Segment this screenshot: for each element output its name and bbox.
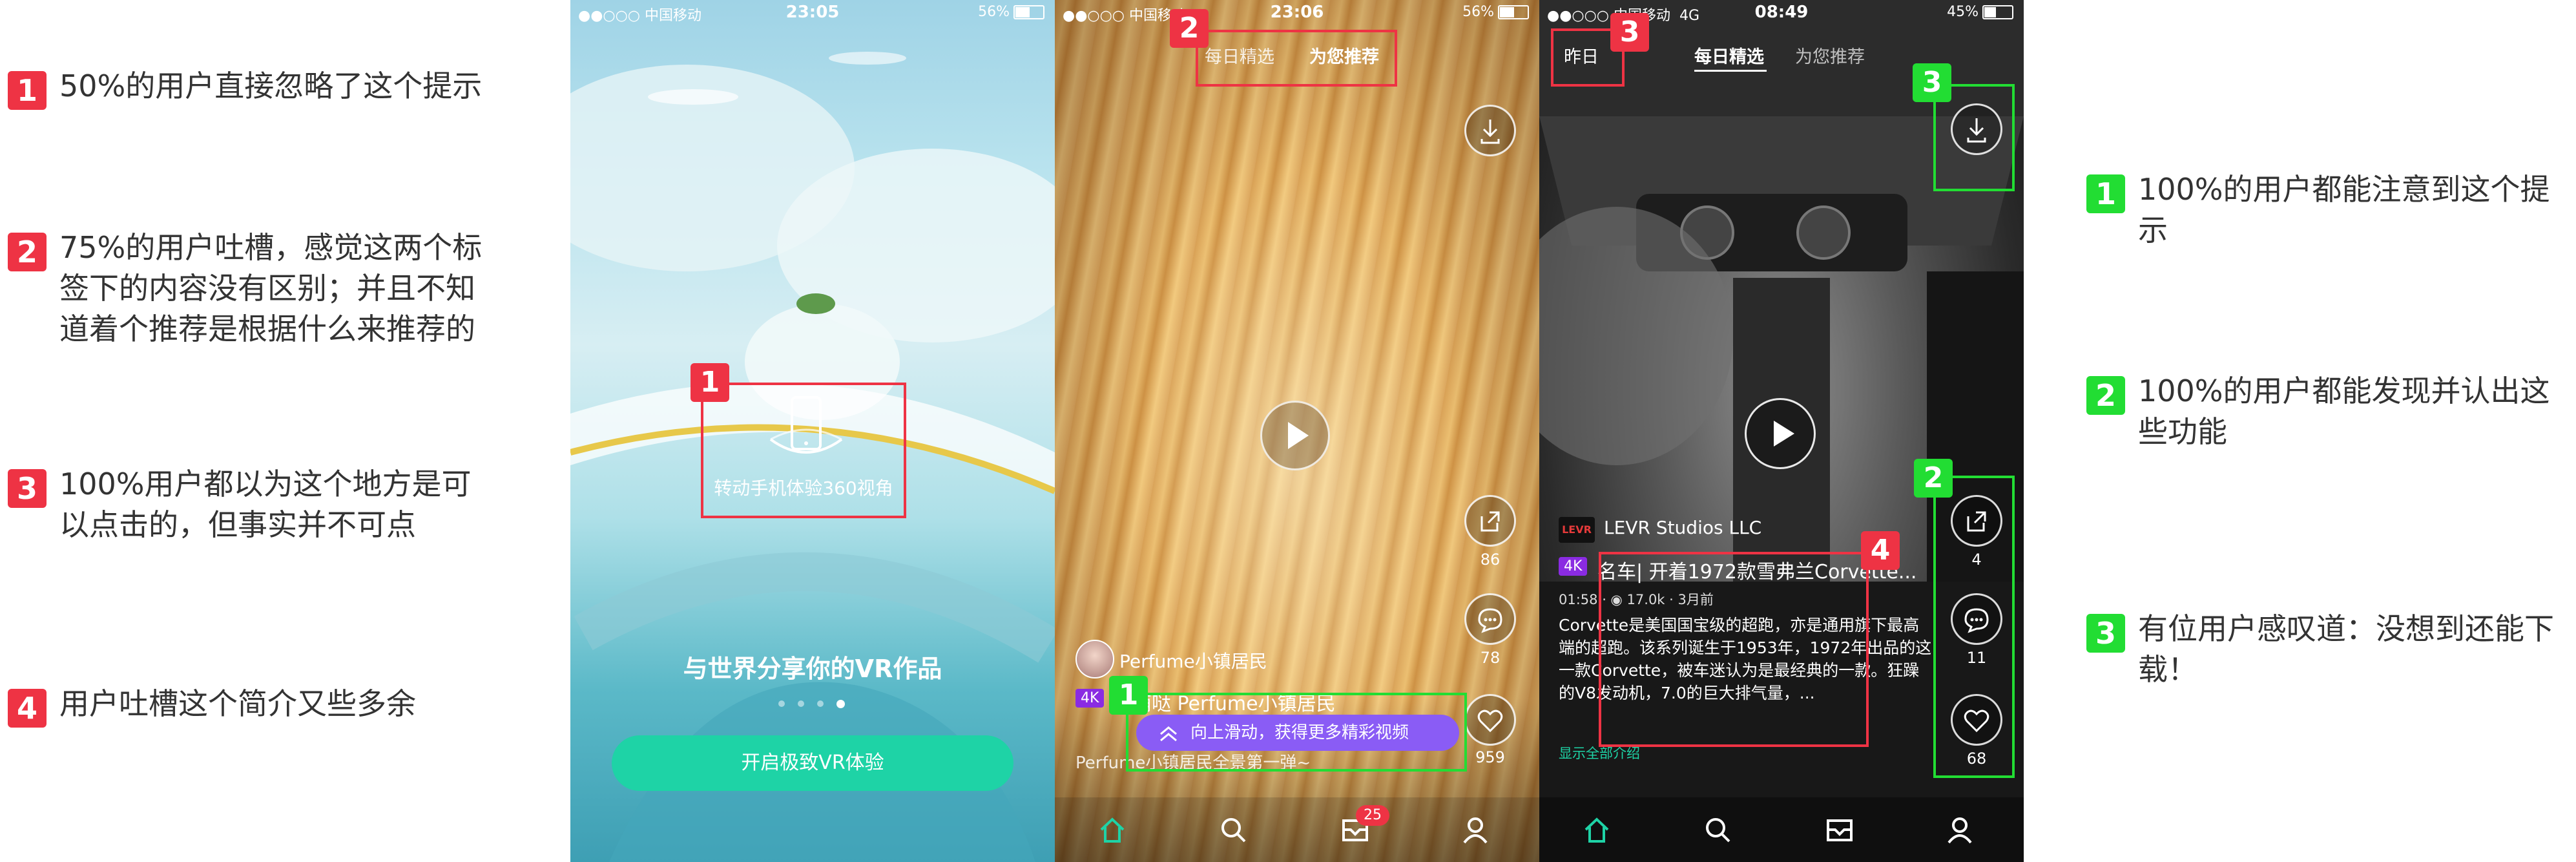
note-number-badge: 3 (8, 469, 47, 508)
battery-icon (1498, 5, 1529, 19)
start-vr-button[interactable]: 开启极致VR体验 (612, 735, 1013, 791)
profile-icon[interactable] (1459, 814, 1491, 846)
note-number-badge: 2 (2086, 376, 2125, 415)
note-text: 有位用户感叹道：没想到还能下载！ (2138, 611, 2554, 687)
play-icon (1774, 421, 1794, 447)
download-button[interactable] (1464, 105, 1516, 156)
inbox-icon[interactable] (1823, 814, 1856, 846)
marker-badge: 1 (1109, 676, 1148, 715)
marker-box-actions (1933, 476, 2015, 778)
battery-percent: 45% (1947, 4, 1979, 20)
share-button[interactable] (1464, 495, 1516, 547)
note-text: 50%的用户直接忽略了这个提示 (59, 68, 483, 103)
marker-box-swipe-hint (1126, 693, 1467, 772)
note-left-2: 2 75%的用户吐槽，感觉这两个标签下的内容没有区别；并且不知道着个推荐是根据什… (8, 227, 499, 350)
inbox-badge: 25 (1356, 805, 1389, 826)
status-bar: ●●○○○ 中国移动 23:06 56% (1055, 0, 1539, 26)
profile-icon[interactable] (1944, 814, 1976, 846)
tab-underline (1694, 70, 1767, 72)
like-count: 959 (1475, 748, 1505, 766)
author-name[interactable]: Perfume小镇居民 (1119, 647, 1267, 673)
home-icon[interactable] (1096, 814, 1128, 846)
battery: 56% (978, 4, 1044, 20)
battery: 56% (1462, 4, 1529, 20)
phone-screen-onboarding: ●●○○○ 中国移动 23:05 56% 1 转动手机体验360视角 与世界分享… (570, 0, 1055, 862)
note-right-2: 2 100%的用户都能发现并认出这些功能 (2086, 371, 2564, 452)
note-number-badge: 2 (8, 233, 47, 271)
marker-badge: 4 (1861, 531, 1900, 570)
onboarding-headline: 与世界分享你的VR作品 (683, 655, 942, 683)
phone-screen-feed: ●●○○○ 中国移动 23:06 56% 每日精选 为您推荐 2 86 78 9… (1055, 0, 1539, 862)
note-text: 用户吐槽这个简介又些多余 (59, 686, 416, 721)
share-count: 86 (1480, 551, 1501, 569)
play-icon (1288, 422, 1309, 449)
note-right-3: 3 有位用户感叹道：没想到还能下载！ (2086, 609, 2564, 690)
download-icon (1480, 120, 1500, 144)
page-dot (798, 700, 804, 707)
quality-badge: 4K (1559, 557, 1588, 576)
status-bar: ●●○○○ 中国移动 23:05 56% (570, 0, 1055, 26)
note-left-1: 1 50%的用户直接忽略了这个提示 (8, 66, 525, 110)
search-icon[interactable] (1218, 814, 1250, 846)
heart-icon (1477, 710, 1503, 733)
bottom-tab-bar: 25 (1055, 797, 1539, 862)
author-logo[interactable]: LEVR (1559, 517, 1595, 543)
note-number-badge: 4 (8, 689, 47, 728)
note-number-badge: 1 (8, 71, 47, 110)
battery-percent: 56% (1462, 4, 1494, 20)
note-number-badge: 1 (2086, 174, 2125, 213)
quality-badge: 4K (1075, 689, 1105, 708)
marker-box-desc (1599, 552, 1869, 747)
author-name[interactable]: LEVR Studios LLC (1604, 517, 1761, 538)
search-icon[interactable] (1702, 814, 1734, 846)
marker-badge: 2 (1914, 459, 1953, 498)
note-number-badge: 3 (2086, 614, 2125, 653)
battery-icon (1013, 5, 1044, 19)
phone-rotate-icon (769, 396, 843, 454)
battery: 45% (1947, 4, 2013, 20)
page-dot-active (836, 700, 845, 708)
marker-box-tabs (1196, 30, 1397, 87)
note-left-4: 4 用户吐槽这个简介又些多余 (8, 684, 525, 728)
comment-button[interactable] (1464, 593, 1516, 645)
bottom-tab-bar (1539, 797, 2024, 862)
tab-daily-picks[interactable]: 每日精选 (1694, 43, 1764, 68)
battery-icon (1982, 5, 2013, 19)
share-icon (1480, 511, 1500, 532)
note-text: 100%的用户都能发现并认出这些功能 (2138, 373, 2550, 449)
page-indicator (778, 698, 849, 708)
page-dot (817, 700, 824, 707)
comment-icon (1478, 608, 1502, 633)
page-dot (778, 700, 785, 707)
like-button[interactable] (1464, 694, 1516, 746)
marker-badge: 3 (1913, 63, 1951, 102)
comment-count: 78 (1480, 649, 1501, 667)
note-left-3: 3 100%用户都以为这个地方是可以点击的，但事实并不可点 (8, 464, 486, 545)
rotate-hint-text: 转动手机体验360视角 (714, 478, 893, 499)
play-button[interactable] (1260, 401, 1330, 470)
marker-badge: 3 (1610, 13, 1649, 52)
note-text: 75%的用户吐槽，感觉这两个标签下的内容没有区别；并且不知道着个推荐是根据什么来… (59, 230, 483, 346)
note-text: 100%的用户都能注意到这个提示 (2138, 172, 2550, 247)
play-button[interactable] (1745, 398, 1816, 469)
home-icon[interactable] (1581, 814, 1613, 846)
avatar[interactable] (1075, 640, 1114, 678)
marker-badge: 2 (1170, 9, 1209, 48)
tab-recommended[interactable]: 为您推荐 (1795, 43, 1865, 68)
note-right-1: 1 100%的用户都能注意到这个提示 (2086, 169, 2564, 251)
marker-badge: 1 (691, 363, 729, 402)
note-text: 100%用户都以为这个地方是可以点击的，但事实并不可点 (59, 467, 472, 542)
phone-screen-feed-redesign: ●●○○○ 中国移动 4G 08:49 45% 昨日 3 每日精选 为您推荐 3… (1539, 0, 2024, 862)
battery-percent: 56% (978, 4, 1010, 20)
